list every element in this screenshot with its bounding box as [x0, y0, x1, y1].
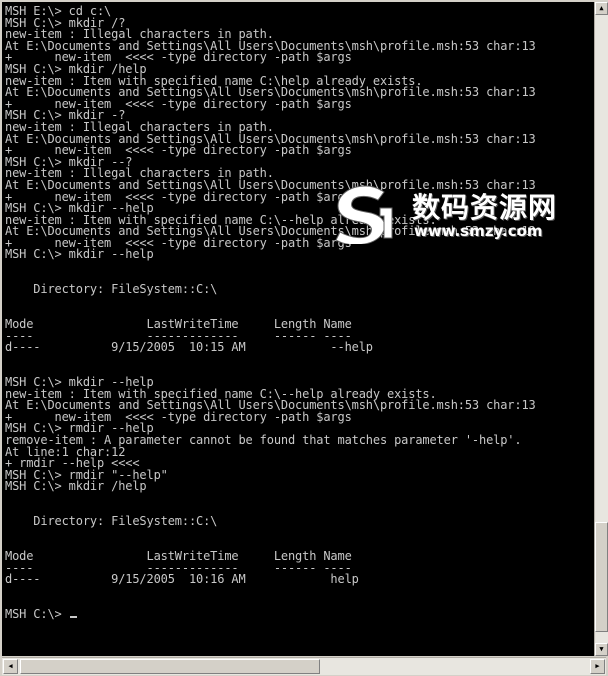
scroll-right-arrow-icon[interactable]: ▶ — [590, 659, 605, 674]
console-window: MSH E:\> cd c:\ MSH C:\> mkdir /? new-item… — [0, 0, 608, 676]
console-text: MSH E:\> cd c:\ MSH C:\> mkdir /? new-item… — [5, 5, 594, 621]
console-line: MSH C:\> mkdir /help — [5, 479, 147, 494]
scroll-down-arrow-icon[interactable]: ▼ — [595, 643, 608, 656]
vertical-scroll-thumb[interactable] — [595, 522, 608, 632]
console-output-area[interactable]: MSH E:\> cd c:\ MSH C:\> mkdir /? new-item… — [2, 2, 594, 656]
watermark-logo-icon — [335, 185, 393, 244]
console-line: Directory: FileSystem::C:\ — [5, 282, 218, 297]
console-line: d---- 9/15/2005 10:16 AM help — [5, 572, 359, 587]
console-line: MSH C:\> mkdir --help — [5, 247, 154, 262]
text-cursor — [69, 615, 77, 618]
scroll-up-arrow-icon[interactable]: ▲ — [595, 2, 608, 15]
watermark-url: www.smzy.com — [414, 222, 543, 240]
console-line: Directory: FileSystem::C:\ — [5, 514, 218, 529]
site-watermark: 数码资源网 www.smzy.com — [330, 182, 580, 244]
watermark-title: 数码资源网 — [412, 191, 558, 224]
console-line: d---- 9/15/2005 10:15 AM --help — [5, 340, 373, 355]
horizontal-scrollbar[interactable]: ◀ ▶ — [2, 657, 606, 675]
console-line: MSH C:\> — [5, 608, 594, 621]
scroll-left-arrow-icon[interactable]: ◀ — [3, 659, 18, 674]
horizontal-scroll-thumb[interactable] — [20, 659, 320, 674]
vertical-scrollbar[interactable]: ▲ ▼ — [594, 2, 608, 656]
